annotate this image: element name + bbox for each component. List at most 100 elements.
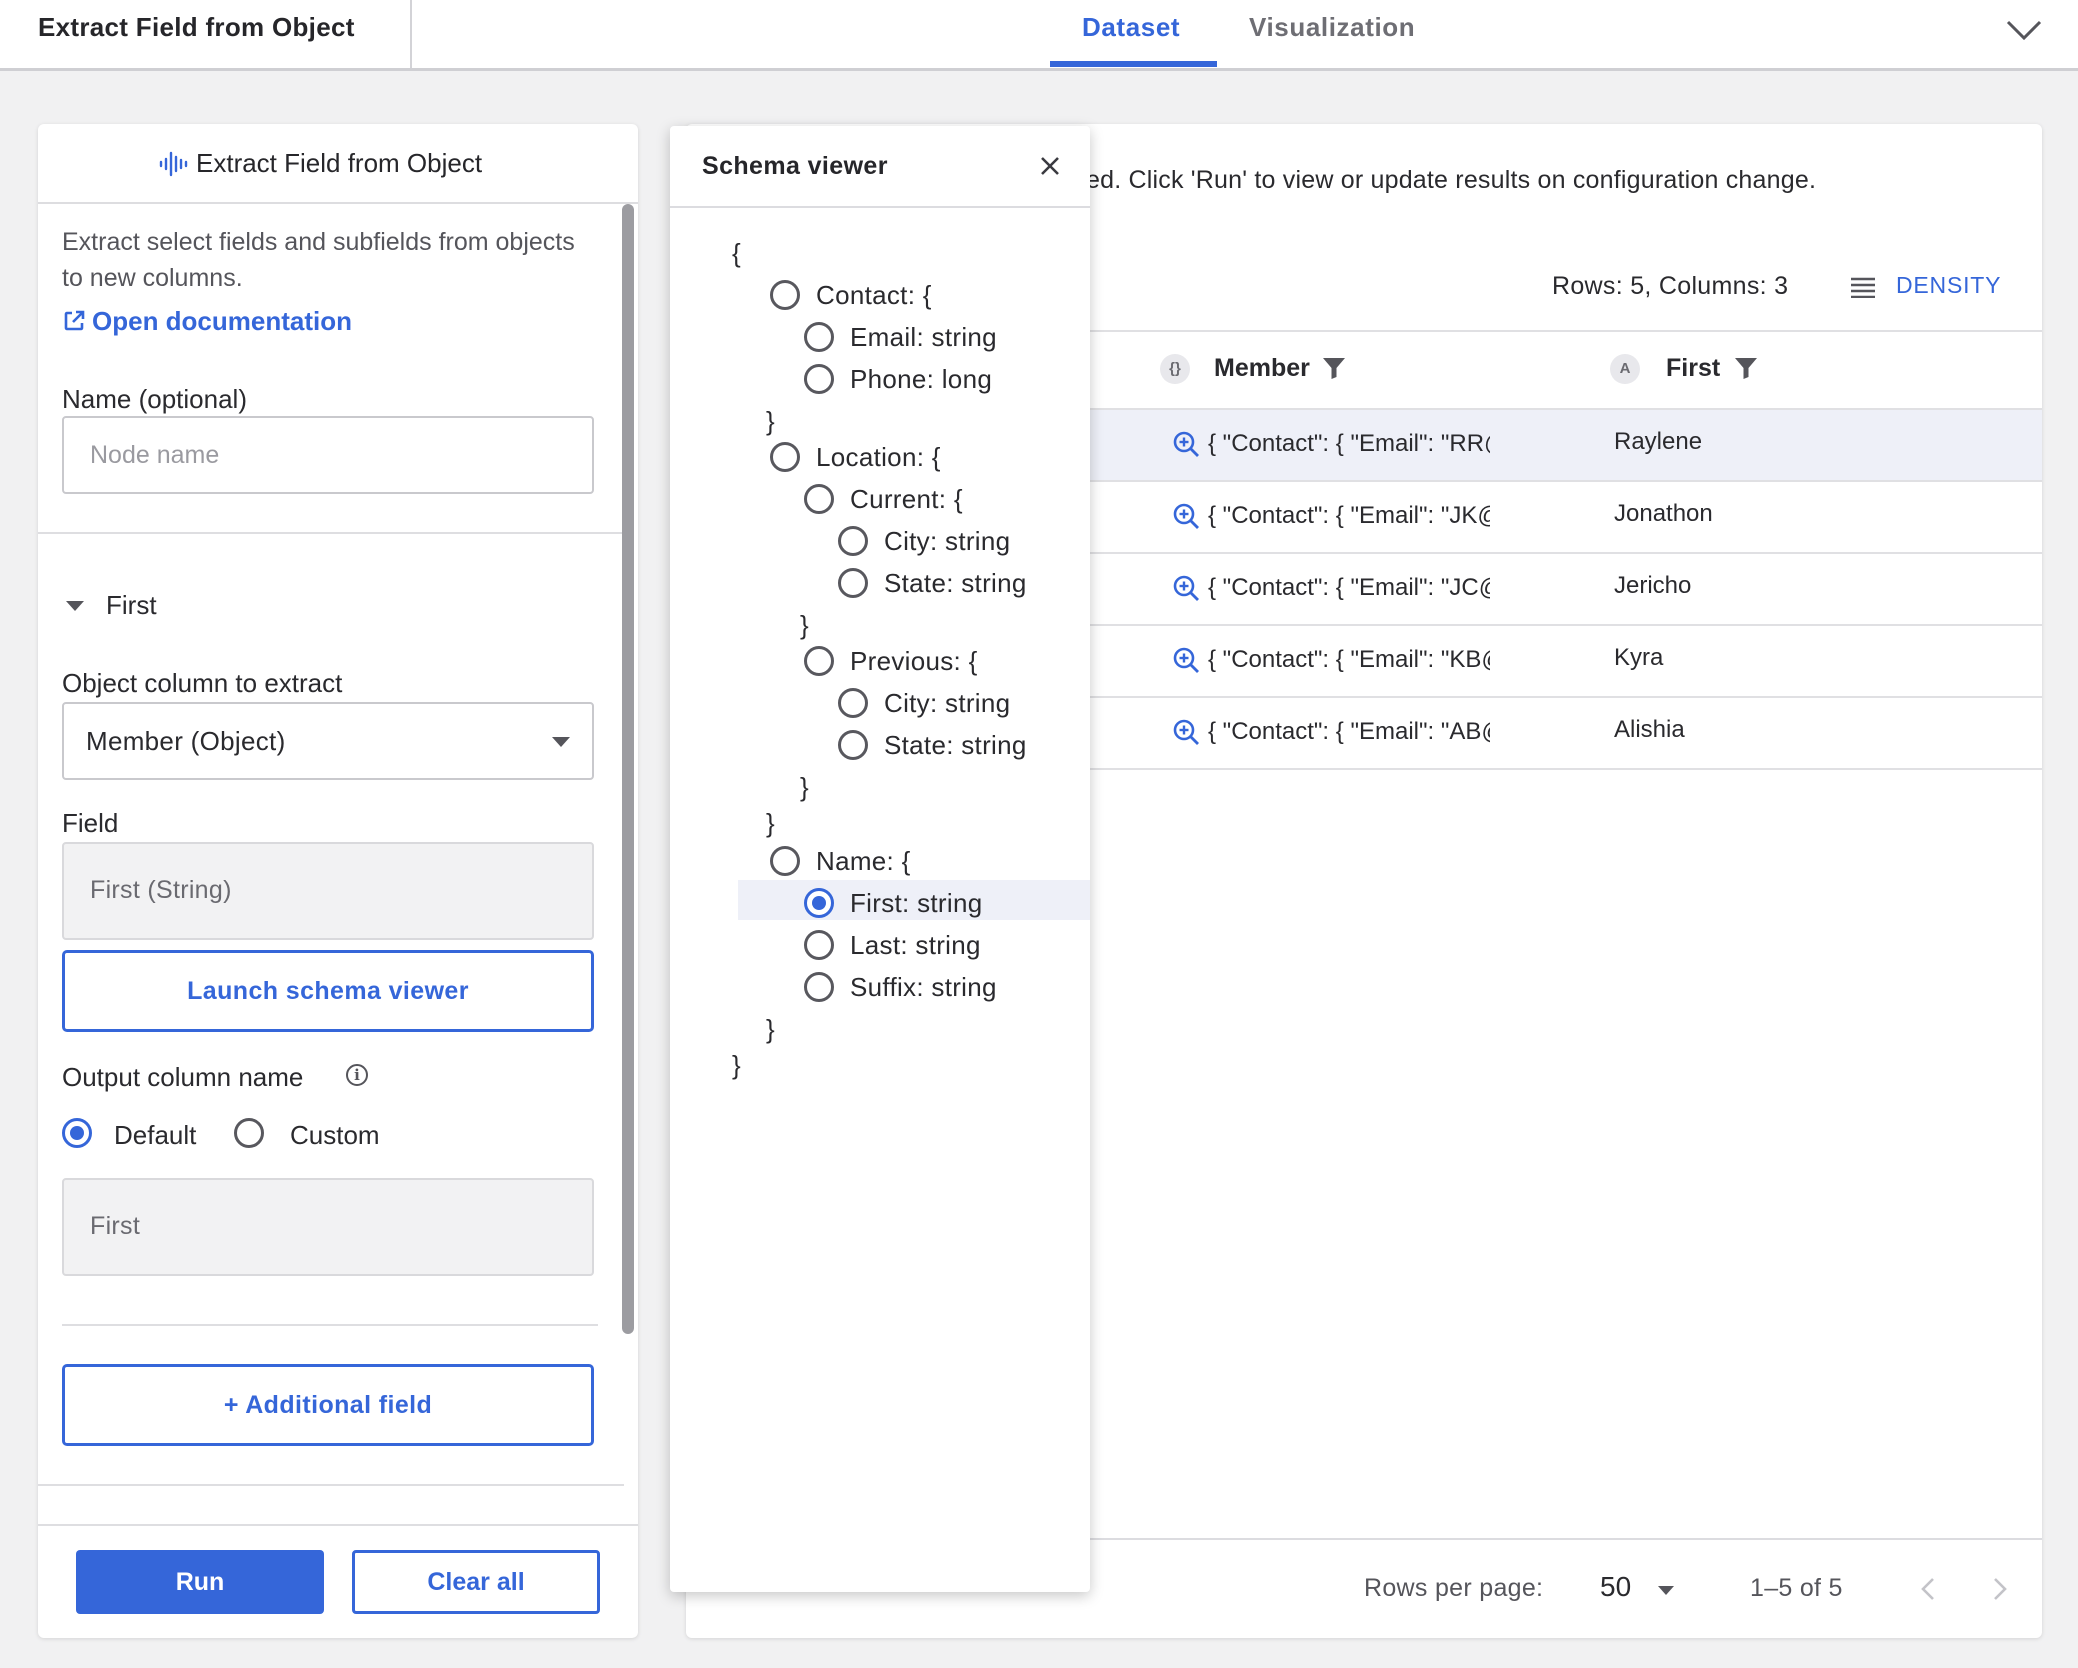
schema-node-label[interactable]: Phone: long [850, 364, 992, 395]
schema-node-label[interactable]: Location: { [816, 442, 941, 473]
density-icon[interactable] [1850, 276, 1876, 298]
output-column-box: First [62, 1178, 594, 1276]
schema-node-label[interactable]: Name: { [816, 846, 911, 877]
rows-per-page-select[interactable]: 50 [1600, 1571, 1631, 1603]
waveform-icon [159, 151, 188, 177]
column-header-member[interactable]: Member [1214, 354, 1310, 383]
schema-viewer-title: Schema viewer [702, 152, 888, 180]
schema-brace: } [766, 808, 775, 838]
row-column-count: Rows: 5, Columns: 3 [1552, 272, 1789, 300]
first-cell: Jonathon [1614, 500, 1713, 527]
title-divider [410, 0, 412, 68]
schema-node-label[interactable]: City: string [884, 688, 1010, 719]
config-panel: Extract Field from Object Extract select… [38, 124, 638, 1638]
schema-node-radio[interactable] [804, 972, 834, 1002]
close-icon[interactable] [1038, 154, 1062, 178]
scrollbar[interactable] [622, 204, 634, 1334]
zoom-in-icon[interactable] [1172, 718, 1200, 746]
tab-visualization[interactable]: Visualization [1249, 12, 1415, 43]
member-cell: { "Contact": { "Email": "KB@notarealemai… [1208, 646, 1490, 673]
field-value: First (String) [90, 876, 232, 904]
add-field-button[interactable]: + Additional field [62, 1364, 594, 1446]
open-documentation-label: Open documentation [92, 306, 352, 336]
output-column-label: Output column name [62, 1062, 304, 1092]
object-type-icon: {} [1160, 354, 1190, 384]
zoom-in-icon[interactable] [1172, 502, 1200, 530]
clear-all-button[interactable]: Clear all [352, 1550, 600, 1614]
output-custom-radio[interactable] [234, 1118, 264, 1148]
footer-divider [38, 1524, 638, 1526]
schema-node-radio[interactable] [770, 846, 800, 876]
open-documentation-link[interactable]: Open documentation [62, 306, 352, 337]
schema-node-radio[interactable] [804, 364, 834, 394]
density-button[interactable]: DENSITY [1896, 272, 2001, 299]
zoom-in-icon[interactable] [1172, 646, 1200, 674]
object-column-value: Member (Object) [86, 726, 286, 756]
schema-node-label[interactable]: First: string [850, 888, 982, 919]
fields-divider [62, 1324, 598, 1326]
schema-node-label[interactable]: State: string [884, 730, 1027, 761]
chevron-down-icon[interactable] [2002, 10, 2046, 50]
node-title: Extract Field from Object [38, 12, 355, 42]
launch-schema-viewer-button[interactable]: Launch schema viewer [62, 950, 594, 1032]
first-cell: Jericho [1614, 572, 1692, 599]
node-name-field[interactable] [62, 416, 594, 494]
field-section-title[interactable]: First [106, 590, 157, 621]
zoom-in-icon[interactable] [1172, 574, 1200, 602]
filter-icon[interactable] [1322, 356, 1346, 380]
schema-node-radio[interactable] [770, 442, 800, 472]
zoom-in-icon[interactable] [1172, 430, 1200, 458]
next-page-icon[interactable] [1990, 1574, 2010, 1604]
previous-page-icon[interactable] [1918, 1574, 1938, 1604]
schema-node-label[interactable]: Last: string [850, 930, 981, 961]
schema-node-radio[interactable] [838, 526, 868, 556]
schema-node-radio-selected[interactable] [804, 888, 834, 918]
schema-node-radio[interactable] [804, 322, 834, 352]
schema-node-radio[interactable] [838, 688, 868, 718]
first-cell: Alishia [1614, 716, 1685, 743]
schema-node-radio[interactable] [770, 280, 800, 310]
output-default-radio[interactable] [62, 1118, 92, 1148]
field-label: Field [62, 808, 119, 838]
object-column-select[interactable]: Member (Object) [62, 702, 594, 780]
config-panel-title: Extract Field from Object [196, 148, 483, 178]
active-tab-indicator [1050, 61, 1217, 67]
schema-node-radio[interactable] [838, 568, 868, 598]
schema-node-label[interactable]: City: string [884, 526, 1010, 557]
schema-node-label[interactable]: Suffix: string [850, 972, 997, 1003]
schema-node-radio[interactable] [804, 484, 834, 514]
schema-header-divider [670, 206, 1090, 208]
footer-divider [38, 1484, 624, 1486]
schema-node-label[interactable]: Current: { [850, 484, 963, 515]
run-button[interactable]: Run [76, 1550, 324, 1614]
schema-brace: { [732, 238, 741, 268]
node-name-input[interactable] [64, 418, 592, 492]
name-label: Name (optional) [62, 384, 247, 414]
schema-node-label[interactable]: Previous: { [850, 646, 978, 677]
schema-node-label[interactable]: Contact: { [816, 280, 932, 311]
schema-brace: } [766, 1014, 775, 1044]
field-value-box: First (String) [62, 842, 594, 940]
dropdown-caret-icon[interactable] [1658, 1586, 1674, 1595]
filter-icon[interactable] [1734, 356, 1758, 380]
member-cell: { "Contact": { "Email": "RR@notarealemai… [1208, 430, 1490, 457]
tab-dataset[interactable]: Dataset [1082, 12, 1180, 43]
schema-brace: } [800, 610, 809, 640]
schema-node-radio[interactable] [804, 646, 834, 676]
schema-node-label[interactable]: State: string [884, 568, 1027, 599]
schema-brace: } [800, 772, 809, 802]
schema-viewer-dialog: Schema viewer { Contact: { Email: string… [670, 126, 1090, 1592]
schema-node-radio[interactable] [804, 930, 834, 960]
first-cell: Kyra [1614, 644, 1664, 671]
info-icon[interactable]: i [346, 1064, 368, 1086]
output-custom-label: Custom [290, 1120, 380, 1150]
member-cell: { "Contact": { "Email": "JC@notarealemai… [1208, 574, 1490, 601]
schema-node-radio[interactable] [838, 730, 868, 760]
object-column-label: Object column to extract [62, 668, 343, 698]
schema-node-label[interactable]: Email: string [850, 322, 997, 353]
caret-down-icon[interactable] [66, 601, 84, 611]
column-header-first[interactable]: First [1666, 354, 1720, 383]
output-column-value: First [90, 1212, 141, 1240]
rows-per-page-label: Rows per page: [1364, 1574, 1544, 1602]
dropdown-caret-icon [552, 737, 570, 747]
